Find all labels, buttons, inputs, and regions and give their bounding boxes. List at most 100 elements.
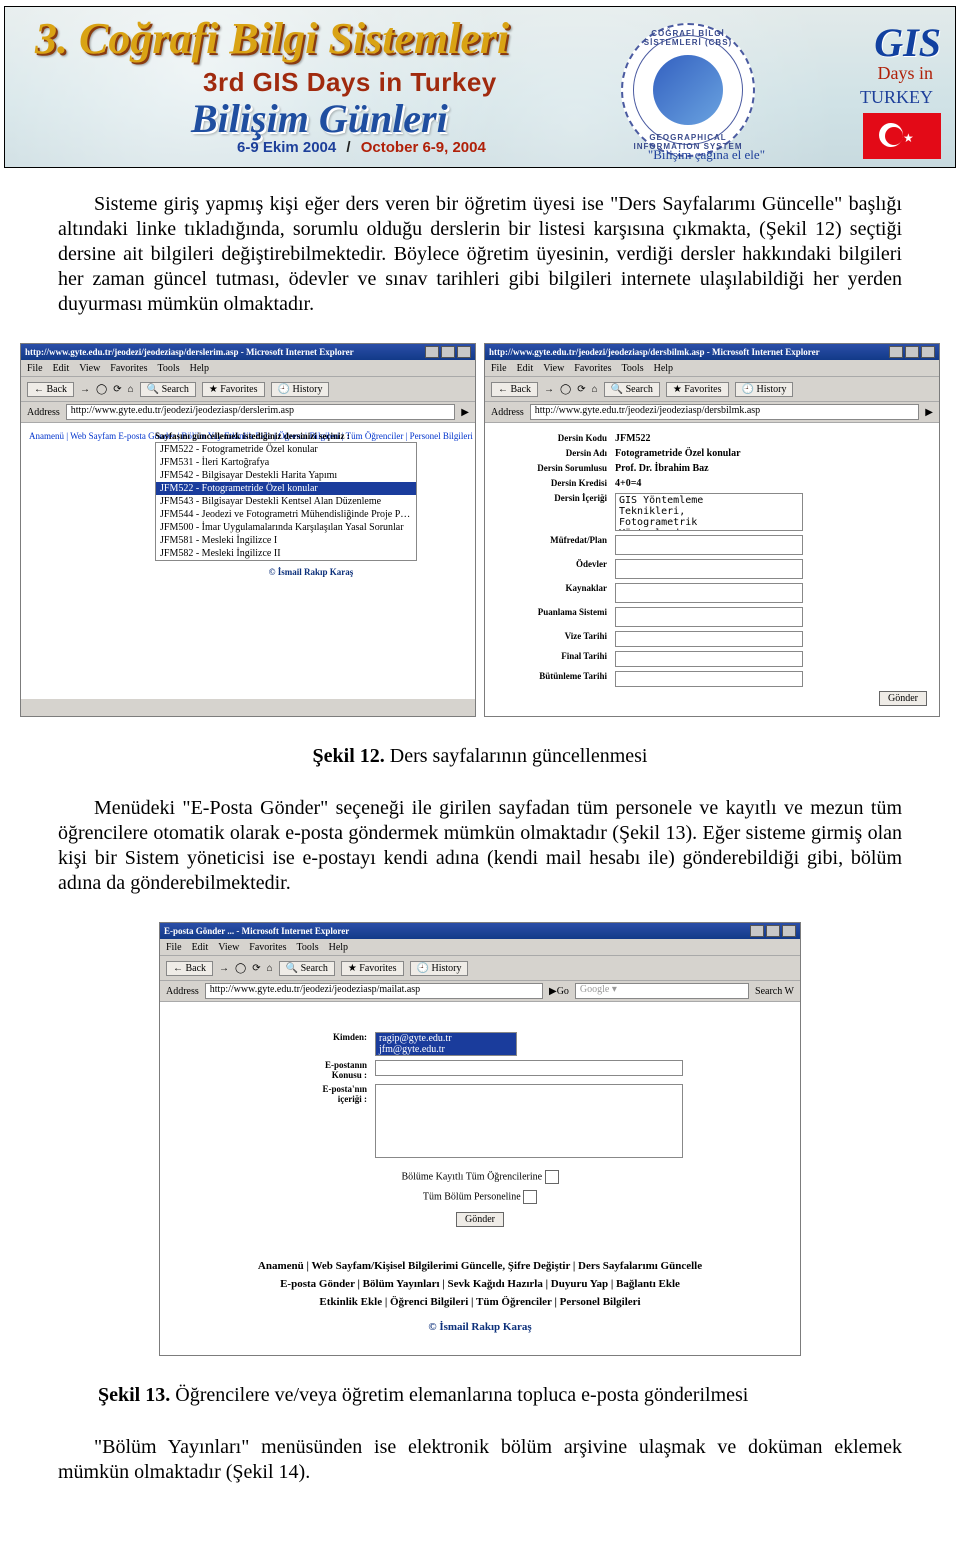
stop-icon[interactable]: ◯: [560, 384, 571, 395]
checkbox-staff[interactable]: [523, 1190, 537, 1204]
go-label[interactable]: ▶Go: [549, 986, 569, 997]
stop-icon[interactable]: ◯: [235, 963, 246, 974]
option-5[interactable]: JFM544 - Jeodezi ve Fotogrametri Mühendi…: [156, 508, 416, 521]
menu-view[interactable]: View: [543, 363, 564, 374]
input-odevler[interactable]: [615, 559, 803, 579]
refresh-icon[interactable]: ⟳: [252, 963, 260, 974]
favorites-button[interactable]: ★ Favorites: [666, 382, 729, 397]
send-button[interactable]: Gönder: [456, 1212, 504, 1227]
refresh-icon[interactable]: ⟳: [577, 384, 585, 395]
menu-file[interactable]: File: [27, 363, 43, 374]
menu-view[interactable]: View: [79, 363, 100, 374]
gis-sub2: TURKEY: [860, 87, 933, 108]
search-button[interactable]: 🔍 Search: [279, 961, 335, 976]
gis-sub1: Days in: [878, 63, 934, 84]
menu-tools[interactable]: Tools: [158, 363, 180, 374]
option-4[interactable]: JFM543 - Bilgisayar Destekli Kentsel Ala…: [156, 495, 416, 508]
fwd-button[interactable]: →: [544, 384, 554, 395]
home-icon[interactable]: ⌂: [267, 963, 273, 974]
window-title: E-posta Gönder ... - Microsoft Internet …: [164, 926, 349, 936]
history-button[interactable]: 🕘 History: [410, 961, 469, 976]
menubar[interactable]: File Edit View Favorites Tools Help: [485, 360, 939, 377]
checkbox-students[interactable]: [545, 1170, 559, 1184]
window-titlebar: E-posta Gönder ... - Microsoft Internet …: [160, 923, 800, 939]
course-dropdown[interactable]: JFM522 - Fotogrametride Özel konular JFM…: [155, 442, 417, 561]
menu-tools[interactable]: Tools: [297, 942, 319, 953]
menubar[interactable]: File Edit View Favorites Tools Help: [21, 360, 475, 377]
window-buttons[interactable]: [889, 346, 935, 358]
submit-button[interactable]: Gönder: [879, 691, 927, 706]
option-1[interactable]: JFM531 - İleri Kartoğrafya: [156, 456, 416, 469]
history-button[interactable]: 🕘 History: [271, 382, 330, 397]
input-body[interactable]: [375, 1084, 683, 1158]
lbl-odevler: Ödevler: [493, 557, 611, 581]
kimden-option-2[interactable]: jfm@gyte.edu.tr: [376, 1044, 516, 1055]
go-icon[interactable]: ▶: [461, 407, 469, 418]
option-7[interactable]: JFM581 - Mesleki İngilizce I: [156, 534, 416, 547]
back-button[interactable]: ← Back: [491, 382, 538, 397]
input-puanlama[interactable]: [615, 607, 803, 627]
menu-help[interactable]: Help: [654, 363, 673, 374]
google-search-button[interactable]: Search W: [755, 986, 794, 997]
option-2[interactable]: JFM542 - Bilgisayar Destekli Harita Yapı…: [156, 469, 416, 482]
input-mufredat[interactable]: [615, 535, 803, 555]
nav-line-3[interactable]: Etkinlik Ekle | Öğrenci Bilgileri | Tüm …: [168, 1293, 792, 1311]
search-button[interactable]: 🔍 Search: [604, 382, 660, 397]
option-3-selected[interactable]: JFM522 - Fotogrametride Özel konular: [156, 482, 416, 495]
menu-edit[interactable]: Edit: [53, 363, 70, 374]
option-8[interactable]: JFM582 - Mesleki İngilizce II: [156, 547, 416, 560]
menu-file[interactable]: File: [166, 942, 182, 953]
figure-12: http://www.gyte.edu.tr/jeodezi/jeodezias…: [16, 343, 944, 717]
fwd-button[interactable]: →: [219, 963, 229, 974]
input-konu[interactable]: [375, 1060, 683, 1076]
address-field[interactable]: http://www.gyte.edu.tr/jeodezi/jeodezias…: [205, 983, 543, 999]
window-buttons[interactable]: [750, 925, 796, 937]
history-button[interactable]: 🕘 History: [735, 382, 794, 397]
home-icon[interactable]: ⌂: [128, 384, 134, 395]
favorites-button[interactable]: ★ Favorites: [202, 382, 265, 397]
input-but[interactable]: [615, 671, 803, 687]
window-buttons[interactable]: [425, 346, 471, 358]
input-final[interactable]: [615, 651, 803, 667]
lbl-adi: Dersin Adı: [493, 446, 611, 461]
menu-favorites[interactable]: Favorites: [249, 942, 286, 953]
menu-tools[interactable]: Tools: [622, 363, 644, 374]
menu-favorites[interactable]: Favorites: [574, 363, 611, 374]
menu-edit[interactable]: Edit: [192, 942, 209, 953]
menu-favorites[interactable]: Favorites: [110, 363, 147, 374]
kimden-selected[interactable]: ragip@gyte.edu.tr: [376, 1033, 516, 1044]
option-0[interactable]: JFM522 - Fotogrametride Özel konular: [156, 443, 416, 456]
fwd-button[interactable]: →: [80, 384, 90, 395]
address-field[interactable]: http://www.gyte.edu.tr/jeodezi/jeodezias…: [66, 404, 456, 420]
menubar[interactable]: File Edit View Favorites Tools Help: [160, 939, 800, 956]
menu-view[interactable]: View: [218, 942, 239, 953]
home-icon[interactable]: ⌂: [592, 384, 598, 395]
go-icon[interactable]: ▶: [925, 407, 933, 418]
window-titlebar: http://www.gyte.edu.tr/jeodezi/jeodezias…: [21, 344, 475, 360]
toolbar: ← Back → ◯ ⟳ ⌂ 🔍 Search ★ Favorites 🕘 Hi…: [21, 377, 475, 402]
input-vize[interactable]: [615, 631, 803, 647]
copyright: © İsmail Rakıp Karaş: [168, 1321, 792, 1333]
menu-help[interactable]: Help: [190, 363, 209, 374]
sidebar-links[interactable]: Anamenü | Web Sayfam E-posta Gönder | Bö…: [29, 431, 149, 441]
address-field[interactable]: http://www.gyte.edu.tr/jeodezi/jeodezias…: [530, 404, 920, 420]
back-button[interactable]: ← Back: [166, 961, 213, 976]
caption-12-bold: Şekil 12.: [313, 745, 385, 767]
lbl-kredi: Dersin Kredisi: [493, 476, 611, 491]
google-toolbar[interactable]: Google ▾: [575, 983, 749, 999]
menu-help[interactable]: Help: [329, 942, 348, 953]
input-kaynaklar[interactable]: [615, 583, 803, 603]
input-icerik[interactable]: GIS Yöntemleme Teknikleri, Fotogrametrik…: [615, 493, 803, 531]
menu-edit[interactable]: Edit: [517, 363, 534, 374]
caption-12: Şekil 12. Ders sayfalarının güncellenmes…: [58, 745, 902, 768]
favorites-button[interactable]: ★ Favorites: [341, 961, 404, 976]
stop-icon[interactable]: ◯: [96, 384, 107, 395]
back-button[interactable]: ← Back: [27, 382, 74, 397]
lbl-kimden: Kimden:: [273, 1030, 371, 1058]
menu-file[interactable]: File: [491, 363, 507, 374]
search-button[interactable]: 🔍 Search: [140, 382, 196, 397]
nav-line-2[interactable]: E-posta Gönder | Bölüm Yayınları | Sevk …: [168, 1275, 792, 1293]
nav-line-1[interactable]: Anamenü | Web Sayfam/Kişisel Bilgilerimi…: [168, 1257, 792, 1275]
refresh-icon[interactable]: ⟳: [113, 384, 121, 395]
option-6[interactable]: JFM500 - İmar Uygulamalarında Karşılaşıl…: [156, 521, 416, 534]
